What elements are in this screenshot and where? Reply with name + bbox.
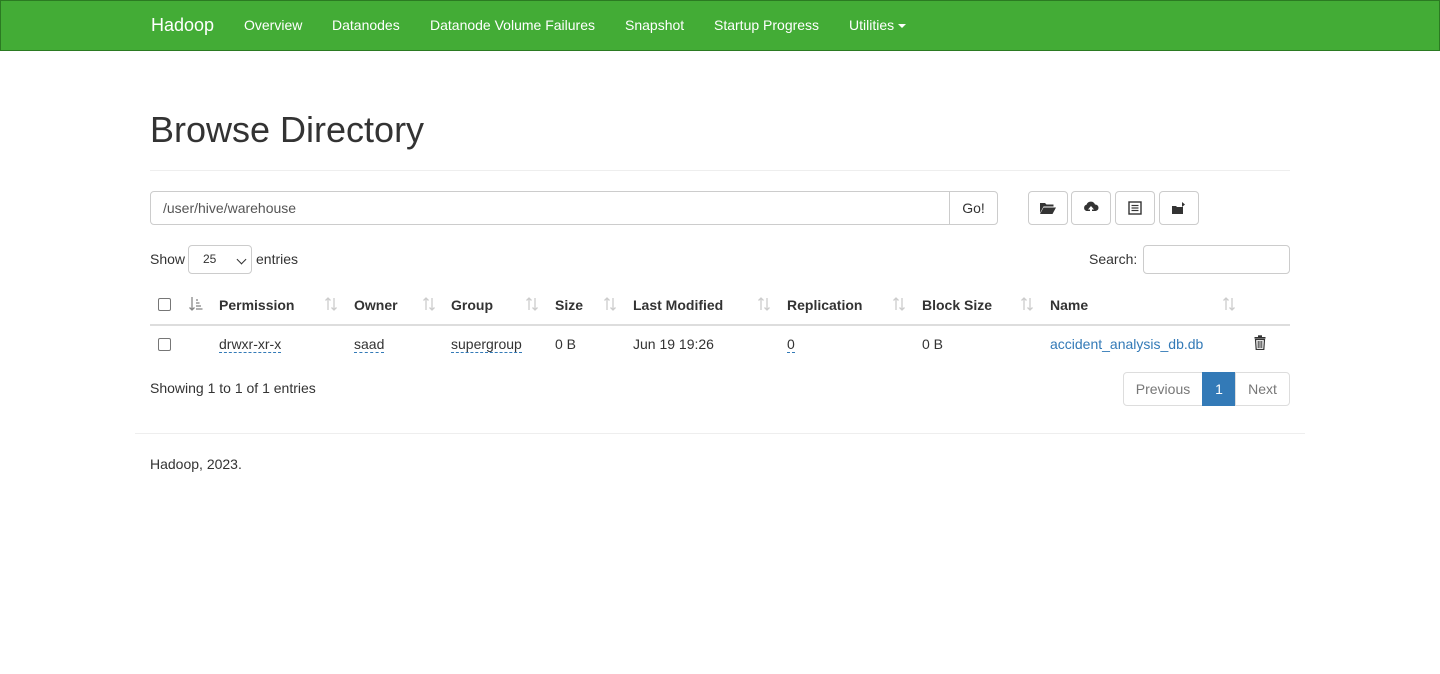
search-input[interactable] (1143, 245, 1290, 274)
cell-group[interactable]: supergroup (451, 336, 522, 353)
search-label: Search: (1089, 251, 1138, 267)
entries-per-page-value: 25 (203, 252, 217, 266)
upload-button[interactable] (1071, 191, 1111, 225)
column-header-name[interactable]: Name (1050, 297, 1088, 313)
table-info: Showing 1 to 1 of 1 entries (150, 380, 316, 396)
directory-path-input[interactable]: /user/hive/warehouse (150, 191, 950, 225)
column-header-replication[interactable]: Replication (787, 297, 862, 313)
nav-snapshot[interactable]: Snapshot (625, 1, 684, 50)
cell-block-size: 0 B (922, 336, 944, 352)
nav-utilities-dropdown[interactable]: Utilities (849, 1, 907, 50)
nav-datanode-volume-failures[interactable]: Datanode Volume Failures (430, 1, 595, 50)
cell-name-link[interactable]: accident_analysis_db.db (1050, 336, 1203, 352)
sort-both-icon[interactable] (422, 296, 436, 312)
brand-link[interactable]: Hadoop (151, 1, 214, 50)
folder-open-icon (1040, 203, 1056, 214)
sort-ascending-icon[interactable] (189, 296, 203, 312)
cell-permission[interactable]: drwxr-xr-x (219, 336, 282, 353)
cell-owner[interactable]: saad (354, 336, 385, 353)
cut-paste-button[interactable] (1159, 191, 1199, 225)
cut-paste-icon (1172, 202, 1185, 214)
column-header-permission[interactable]: Permission (219, 297, 294, 313)
sort-both-icon[interactable] (757, 296, 771, 312)
nav-overview[interactable]: Overview (244, 1, 302, 50)
nav-startup-progress[interactable]: Startup Progress (714, 1, 819, 50)
trash-icon[interactable] (1254, 335, 1266, 350)
column-header-size[interactable]: Size (555, 297, 583, 313)
chevron-down-icon (236, 254, 247, 265)
create-directory-button[interactable] (1028, 191, 1068, 225)
footer-divider (135, 433, 1305, 434)
sort-both-icon[interactable] (603, 296, 617, 312)
sort-both-icon[interactable] (892, 296, 906, 312)
divider (150, 170, 1290, 171)
nav-utilities-label: Utilities (849, 17, 895, 33)
sort-both-icon[interactable] (525, 296, 539, 312)
column-header-owner[interactable]: Owner (354, 297, 398, 313)
row-checkbox[interactable] (158, 338, 171, 351)
cell-size: 0 B (555, 336, 577, 352)
footer-text: Hadoop, 2023. (150, 456, 242, 472)
select-all-checkbox[interactable] (158, 298, 171, 311)
table-header-divider (150, 324, 1290, 326)
sort-both-icon[interactable] (1020, 296, 1034, 312)
previous-page-button[interactable]: Previous (1123, 372, 1203, 406)
entries-label: entries (256, 251, 299, 267)
top-navbar: Hadoop Overview Datanodes Datanode Volum… (0, 0, 1440, 51)
page-1-button[interactable]: 1 (1202, 372, 1236, 406)
cell-replication[interactable]: 0 (787, 336, 795, 353)
list-icon (1128, 201, 1142, 215)
show-label: Show (150, 251, 186, 267)
sort-both-icon[interactable] (324, 296, 338, 312)
cell-last-modified: Jun 19 19:26 (633, 336, 714, 352)
page-title: Browse Directory (150, 109, 425, 150)
sort-both-icon[interactable] (1222, 296, 1236, 312)
entries-per-page-select[interactable]: 25 (188, 245, 252, 274)
caret-down-icon (898, 24, 907, 29)
nav-datanodes[interactable]: Datanodes (332, 1, 400, 50)
next-page-button[interactable]: Next (1235, 372, 1290, 406)
list-view-button[interactable] (1115, 191, 1155, 225)
column-header-last-modified[interactable]: Last Modified (633, 297, 723, 313)
go-button[interactable]: Go! (949, 191, 998, 225)
column-header-group[interactable]: Group (451, 297, 493, 313)
upload-icon (1084, 201, 1099, 214)
column-header-block-size[interactable]: Block Size (922, 297, 992, 313)
